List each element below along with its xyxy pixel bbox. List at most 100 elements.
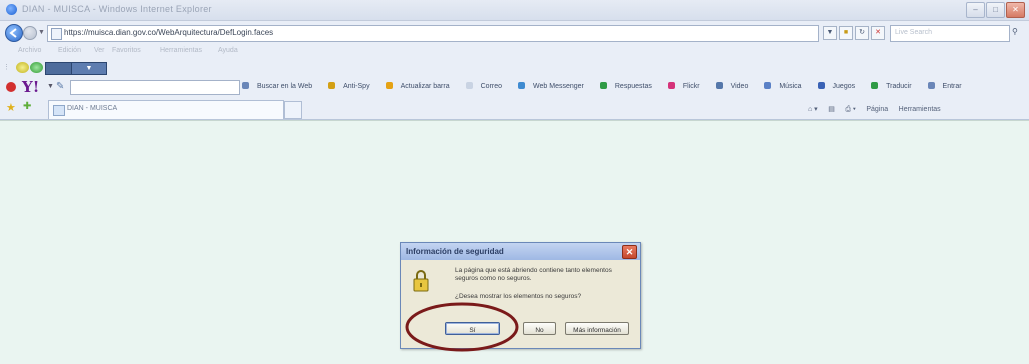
yahoo-item-label: Respuestas: [614, 83, 652, 90]
security-lock-icon: [413, 270, 429, 292]
window-title: DIAN - MUISCA - Windows Internet Explore…: [22, 4, 212, 14]
back-arrow-icon: [9, 28, 17, 38]
menu-item-archivo[interactable]: Archivo: [18, 47, 41, 54]
yahoo-item-label: Flickr: [682, 83, 700, 90]
warning-icon: [385, 82, 393, 89]
tab-title: DIAN - MUISCA: [67, 105, 118, 112]
menu-item-ver[interactable]: Ver: [94, 47, 105, 54]
yahoo-item-label: Buscar en la Web: [257, 83, 313, 90]
yahoo-item-label: Juegos: [832, 83, 856, 90]
yahoo-toolbar: Y! ▼ ✎ Buscar en la Web Anti-Spy Actuali…: [0, 77, 1029, 97]
minimize-button[interactable]: –: [966, 2, 985, 18]
yahoo-red-icon[interactable]: [6, 82, 16, 92]
toolbar-dropdown-button[interactable]: ▼: [71, 62, 107, 75]
address-url[interactable]: https://muisca.dian.gov.co/WebArquitectu…: [64, 28, 273, 37]
signin-icon: [927, 82, 935, 89]
yahoo-logo[interactable]: Y!: [22, 78, 39, 96]
mail-icon: [465, 82, 473, 89]
menu-item-ayuda[interactable]: Ayuda: [218, 47, 238, 54]
page-icon: [51, 28, 62, 40]
stop-icon[interactable]: ✕: [871, 26, 885, 40]
flickr-icon: [667, 82, 675, 89]
window-controls: – □ ✕: [965, 2, 1025, 18]
menu-bar: Archivo Edición Ver Favoritos Herramient…: [0, 46, 1029, 59]
menu-item-favoritos[interactable]: Favoritos: [112, 47, 141, 54]
yahoo-item-label: Video: [730, 83, 749, 90]
toolbar-green-icon[interactable]: [30, 62, 43, 73]
toolbar-yellow-icon[interactable]: [16, 62, 29, 73]
yahoo-update-button[interactable]: Actualizar barra: [385, 82, 458, 90]
translate-icon: [871, 82, 879, 89]
browser-window: DIAN - MUISCA - Windows Internet Explore…: [0, 0, 1029, 364]
dialog-close-button[interactable]: ✕: [622, 245, 637, 259]
yahoo-flickr-button[interactable]: Flickr: [667, 82, 708, 90]
page-menu-button[interactable]: Página: [866, 106, 888, 113]
video-icon: [715, 82, 723, 89]
feeds-icon[interactable]: ▤: [828, 106, 835, 113]
close-window-button[interactable]: ✕: [1006, 2, 1025, 18]
forward-button[interactable]: [23, 26, 37, 40]
yahoo-video-button[interactable]: Video: [715, 82, 757, 90]
more-info-button[interactable]: Más información: [565, 322, 629, 335]
address-dropdown-icon[interactable]: ▼: [823, 26, 837, 40]
lock-icon[interactable]: ■: [839, 26, 853, 40]
highlight-ellipse: [405, 302, 519, 352]
title-bar: DIAN - MUISCA - Windows Internet Explore…: [0, 0, 1029, 21]
yahoo-translate-button[interactable]: Traducir: [871, 82, 919, 90]
address-bar[interactable]: https://muisca.dian.gov.co/WebArquitectu…: [47, 25, 819, 42]
maximize-button[interactable]: □: [986, 2, 1005, 18]
yahoo-item-label: Actualizar barra: [400, 83, 450, 90]
antispy-icon: [328, 82, 336, 89]
search-placeholder: Live Search: [895, 29, 932, 36]
yahoo-toolbar-buttons: Buscar en la Web Anti-Spy Actualizar bar…: [242, 82, 978, 90]
music-icon: [764, 82, 772, 89]
menu-item-edicion[interactable]: Edición: [58, 47, 81, 54]
yahoo-antispy-button[interactable]: Anti-Spy: [328, 82, 377, 90]
command-bar: ⌂ ▾ ▤ ⎙ ▾ Página Herramientas: [808, 103, 949, 114]
home-icon[interactable]: ⌂ ▾: [808, 106, 818, 113]
print-icon[interactable]: ⎙ ▾: [845, 106, 856, 113]
pencil-icon[interactable]: ✎: [56, 81, 64, 92]
search-input[interactable]: Live Search: [890, 25, 1010, 42]
no-button[interactable]: No: [523, 322, 556, 335]
yahoo-search-web-button[interactable]: Buscar en la Web: [242, 82, 320, 90]
address-tools: ▼ ■ ↻ ✕: [823, 26, 887, 40]
menu-item-herramientas[interactable]: Herramientas: [160, 47, 202, 54]
yahoo-mail-button[interactable]: Correo: [465, 82, 510, 90]
tab-row: ★ ✚ DIAN - MUISCA ⌂ ▾ ▤ ⎙ ▾ Página Herra…: [0, 98, 1029, 120]
toolbar-grip-icon: ⋮: [3, 64, 10, 71]
tools-menu-button[interactable]: Herramientas: [899, 106, 941, 113]
messenger-icon: [518, 82, 526, 89]
links-toolbar: ⋮ ▼: [0, 60, 1029, 76]
yahoo-music-button[interactable]: Música: [764, 82, 809, 90]
yahoo-messenger-button[interactable]: Web Messenger: [518, 82, 592, 90]
search-icon[interactable]: ⚲: [1012, 27, 1024, 38]
yahoo-item-label: Entrar: [942, 83, 962, 90]
yahoo-dropdown-icon[interactable]: ▼: [47, 83, 54, 90]
yahoo-games-button[interactable]: Juegos: [817, 82, 864, 90]
dialog-message: La página que está abriendo contiene tan…: [455, 267, 612, 282]
yahoo-item-label: Música: [779, 83, 802, 90]
toolbar-blue-icon[interactable]: [45, 62, 72, 75]
add-favorites-icon[interactable]: ✚: [23, 101, 31, 112]
dialog-title: Información de seguridad: [406, 247, 504, 256]
address-row: ▼ https://muisca.dian.gov.co/WebArquitec…: [0, 21, 1029, 45]
search-icon: [242, 82, 249, 89]
dialog-title-bar[interactable]: Información de seguridad ✕: [401, 243, 640, 260]
refresh-icon[interactable]: ↻: [855, 26, 869, 40]
tab-dian-muisca[interactable]: DIAN - MUISCA: [48, 100, 284, 119]
favorites-star-icon[interactable]: ★: [6, 101, 16, 114]
yahoo-answers-button[interactable]: Respuestas: [599, 82, 660, 90]
new-tab-button[interactable]: [284, 101, 302, 119]
answers-icon: [599, 82, 607, 89]
yahoo-search-input[interactable]: [70, 80, 240, 95]
yahoo-signin-button[interactable]: Entrar: [927, 82, 970, 90]
yahoo-item-label: Correo: [480, 83, 503, 90]
back-button[interactable]: [5, 24, 23, 42]
internet-explorer-icon: [6, 4, 17, 15]
games-icon: [817, 82, 825, 89]
history-dropdown-icon[interactable]: ▼: [38, 29, 45, 36]
yahoo-item-label: Web Messenger: [533, 83, 584, 90]
dialog-question: ¿Desea mostrar los elementos no seguros?: [455, 293, 582, 300]
yahoo-item-label: Anti-Spy: [343, 83, 370, 90]
